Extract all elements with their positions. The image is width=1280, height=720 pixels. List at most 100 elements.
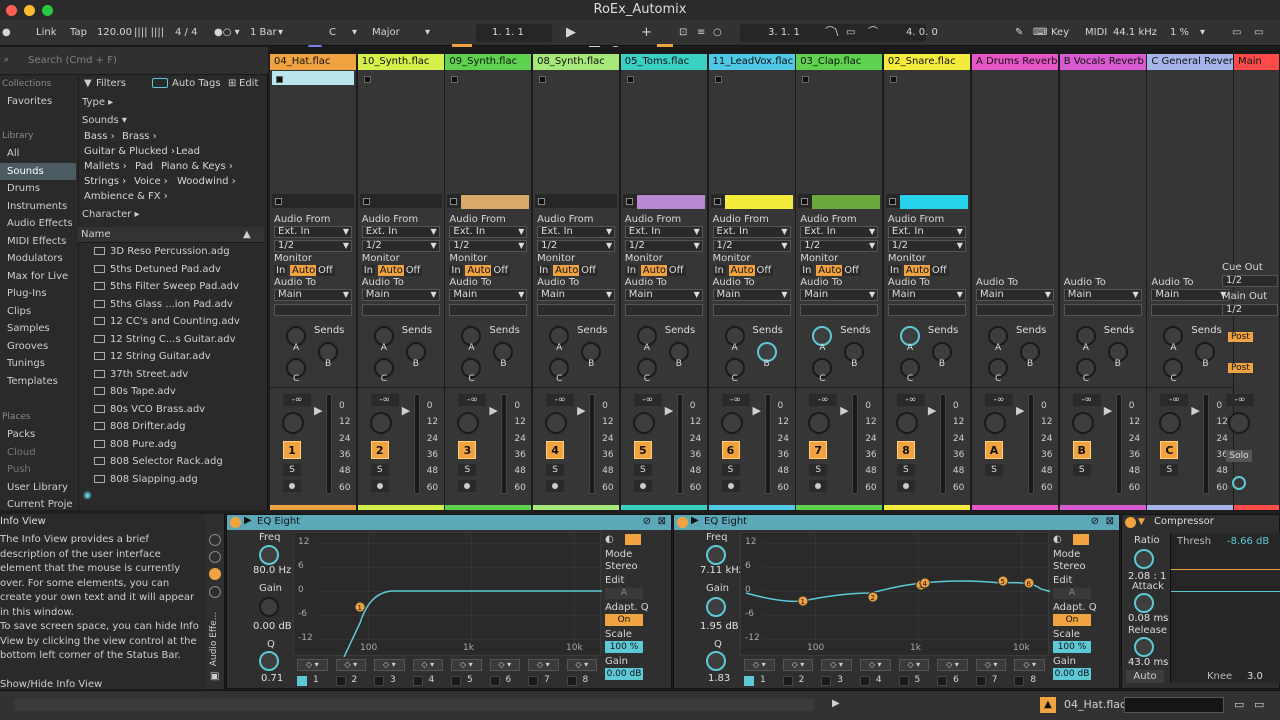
scale-menu[interactable]: Major: [372, 25, 400, 41]
sidebar-item-plug-ins[interactable]: Plug-Ins: [0, 285, 76, 302]
solo-button[interactable]: S: [283, 464, 301, 476]
browser-file-item[interactable]: 12 String Guitar.adv: [94, 348, 211, 365]
input-channel-menu[interactable]: 1/2 ▼: [624, 240, 703, 252]
overview-thumbnail[interactable]: [1124, 697, 1224, 713]
chain-icon[interactable]: [209, 551, 221, 563]
thresh-value[interactable]: -8.66 dB: [1227, 536, 1269, 547]
solo-button[interactable]: S: [985, 464, 1003, 476]
auto-tags-button[interactable]: Auto Tags: [172, 78, 221, 89]
adaptive-q-toggle[interactable]: On: [1053, 614, 1091, 626]
clip[interactable]: [461, 195, 530, 209]
solo-button[interactable]: S: [633, 464, 652, 476]
type-filter[interactable]: Type ▸: [82, 97, 113, 108]
browser-search-bar[interactable]: ⌕ Search (Cmd + F): [0, 47, 268, 75]
stop-clip-icon[interactable]: [363, 76, 371, 83]
band-on-icon[interactable]: [297, 676, 307, 686]
sidebar-item-user-library[interactable]: User Library: [0, 479, 76, 496]
q-knob[interactable]: [706, 651, 726, 671]
volume-field[interactable]: -∞: [809, 394, 838, 406]
band-toggle[interactable]: 1: [744, 675, 774, 687]
freq-knob[interactable]: [706, 545, 726, 565]
tag-chip[interactable]: Ambience & FX ›: [84, 190, 168, 204]
play-icon[interactable]: ▶: [832, 698, 840, 709]
monitor-off-button[interactable]: Off: [754, 265, 774, 276]
pan-knob[interactable]: [632, 412, 655, 434]
track-title[interactable]: B Vocals Reverb: [1059, 54, 1146, 70]
threshold-line[interactable]: [1171, 569, 1280, 570]
monitor-off-button[interactable]: Off: [579, 265, 598, 276]
band-filter-type-icon[interactable]: ◇ ▾: [335, 659, 366, 671]
monitor-auto-button[interactable]: Auto: [465, 265, 493, 276]
post-button[interactable]: Post: [1228, 363, 1253, 373]
band-toggle[interactable]: 7: [528, 675, 558, 687]
clip-stop-slot[interactable]: [535, 194, 618, 208]
q-value[interactable]: 0.71: [261, 673, 283, 684]
tag-chip[interactable]: Woodwind ›: [177, 175, 236, 189]
close-icon[interactable]: ⊠: [658, 516, 666, 527]
key-map-button[interactable]: Key: [1051, 25, 1069, 41]
stop-clip-icon[interactable]: [276, 76, 283, 83]
output-channel-menu[interactable]: [712, 304, 791, 316]
q-knob[interactable]: [259, 651, 279, 671]
band-filter-type-icon[interactable]: ◇ ▾: [566, 659, 597, 671]
freq-knob[interactable]: [259, 545, 279, 565]
post-button[interactable]: Post: [1228, 332, 1253, 342]
input-type-menu[interactable]: Ext. In ▼: [537, 226, 616, 238]
sidebar-item-midi-effects[interactable]: MIDI Effects: [0, 233, 76, 250]
chain-active-icon[interactable]: [209, 568, 221, 580]
solo-button[interactable]: S: [721, 464, 740, 476]
edit-mode-button[interactable]: A: [605, 588, 643, 599]
band-toggle[interactable]: 6: [937, 675, 967, 687]
overdub-icon[interactable]: +: [641, 25, 652, 41]
band-filter-type-icon[interactable]: ◇ ▾: [898, 659, 930, 671]
monitor-auto-button[interactable]: Auto: [640, 265, 669, 276]
keyboard-icon[interactable]: ⌨: [1033, 25, 1047, 41]
band-filter-type-icon[interactable]: ◇ ▾: [297, 659, 328, 671]
punch-in-icon[interactable]: ⌒\: [825, 25, 838, 41]
browser-file-item[interactable]: 37th Street.adv: [94, 366, 188, 383]
play-icon[interactable]: ▶: [244, 515, 252, 526]
tag-chip[interactable]: Strings ›: [84, 175, 126, 189]
tag-chip[interactable]: Pad: [135, 160, 153, 174]
track-activator-button[interactable]: 2: [370, 441, 389, 459]
track-activator-button[interactable]: 6: [721, 441, 740, 459]
monitor-in-button[interactable]: In: [361, 265, 375, 276]
monitor-in-button[interactable]: In: [624, 265, 639, 276]
chevron-down-icon[interactable]: ▼: [1138, 517, 1145, 527]
mode-icon[interactable]: ◐: [1053, 534, 1062, 545]
output-menu[interactable]: Main ▼: [624, 289, 703, 301]
volume-slider-icon[interactable]: ▶: [753, 404, 761, 417]
loop-length-field[interactable]: 4. 0. 0: [906, 25, 938, 41]
output-menu[interactable]: Main ▼: [274, 289, 352, 301]
output-channel-menu[interactable]: [1151, 304, 1230, 316]
scale-value[interactable]: 100 %: [605, 641, 643, 653]
input-channel-menu[interactable]: 1/2 ▼: [537, 240, 616, 252]
band-filter-type-icon[interactable]: ◇ ▾: [782, 659, 814, 671]
sidebar-item-cloud[interactable]: Cloud: [0, 444, 76, 461]
track-title[interactable]: 09_Synth.flac: [445, 54, 532, 70]
arm-record-button[interactable]: [458, 480, 477, 492]
tag-chip[interactable]: Lead: [176, 145, 200, 159]
clip-stop-slot[interactable]: [359, 194, 442, 208]
band-on-icon[interactable]: [821, 676, 832, 686]
output-gain-value[interactable]: 0.00 dB: [1053, 668, 1091, 680]
analyzer-icon[interactable]: [1073, 534, 1089, 545]
monitor-auto-button[interactable]: Auto: [377, 265, 405, 276]
midi-map-button[interactable]: MIDI: [1085, 25, 1107, 41]
input-channel-menu[interactable]: 1/2 ▼: [449, 240, 528, 252]
pan-knob[interactable]: [369, 412, 392, 434]
adaptive-q-toggle[interactable]: On: [605, 614, 643, 626]
clip[interactable]: [636, 195, 705, 209]
arm-record-button[interactable]: [370, 480, 389, 492]
volume-slider-icon[interactable]: ▶: [314, 404, 322, 417]
monitor-in-button[interactable]: In: [274, 265, 288, 276]
monitor-in-button[interactable]: In: [887, 265, 902, 276]
save-preset-icon[interactable]: ▣: [210, 671, 219, 682]
chain-icon[interactable]: [209, 586, 221, 598]
auto-release-button[interactable]: Auto: [1126, 670, 1164, 683]
band-on-icon[interactable]: [566, 676, 577, 686]
nudge-icon[interactable]: |||| ||||: [134, 25, 164, 41]
time-signature-field[interactable]: 4 / 4: [175, 25, 197, 41]
edit-mode-button[interactable]: A: [1053, 588, 1091, 599]
mode-menu[interactable]: Stereo: [1053, 561, 1086, 572]
